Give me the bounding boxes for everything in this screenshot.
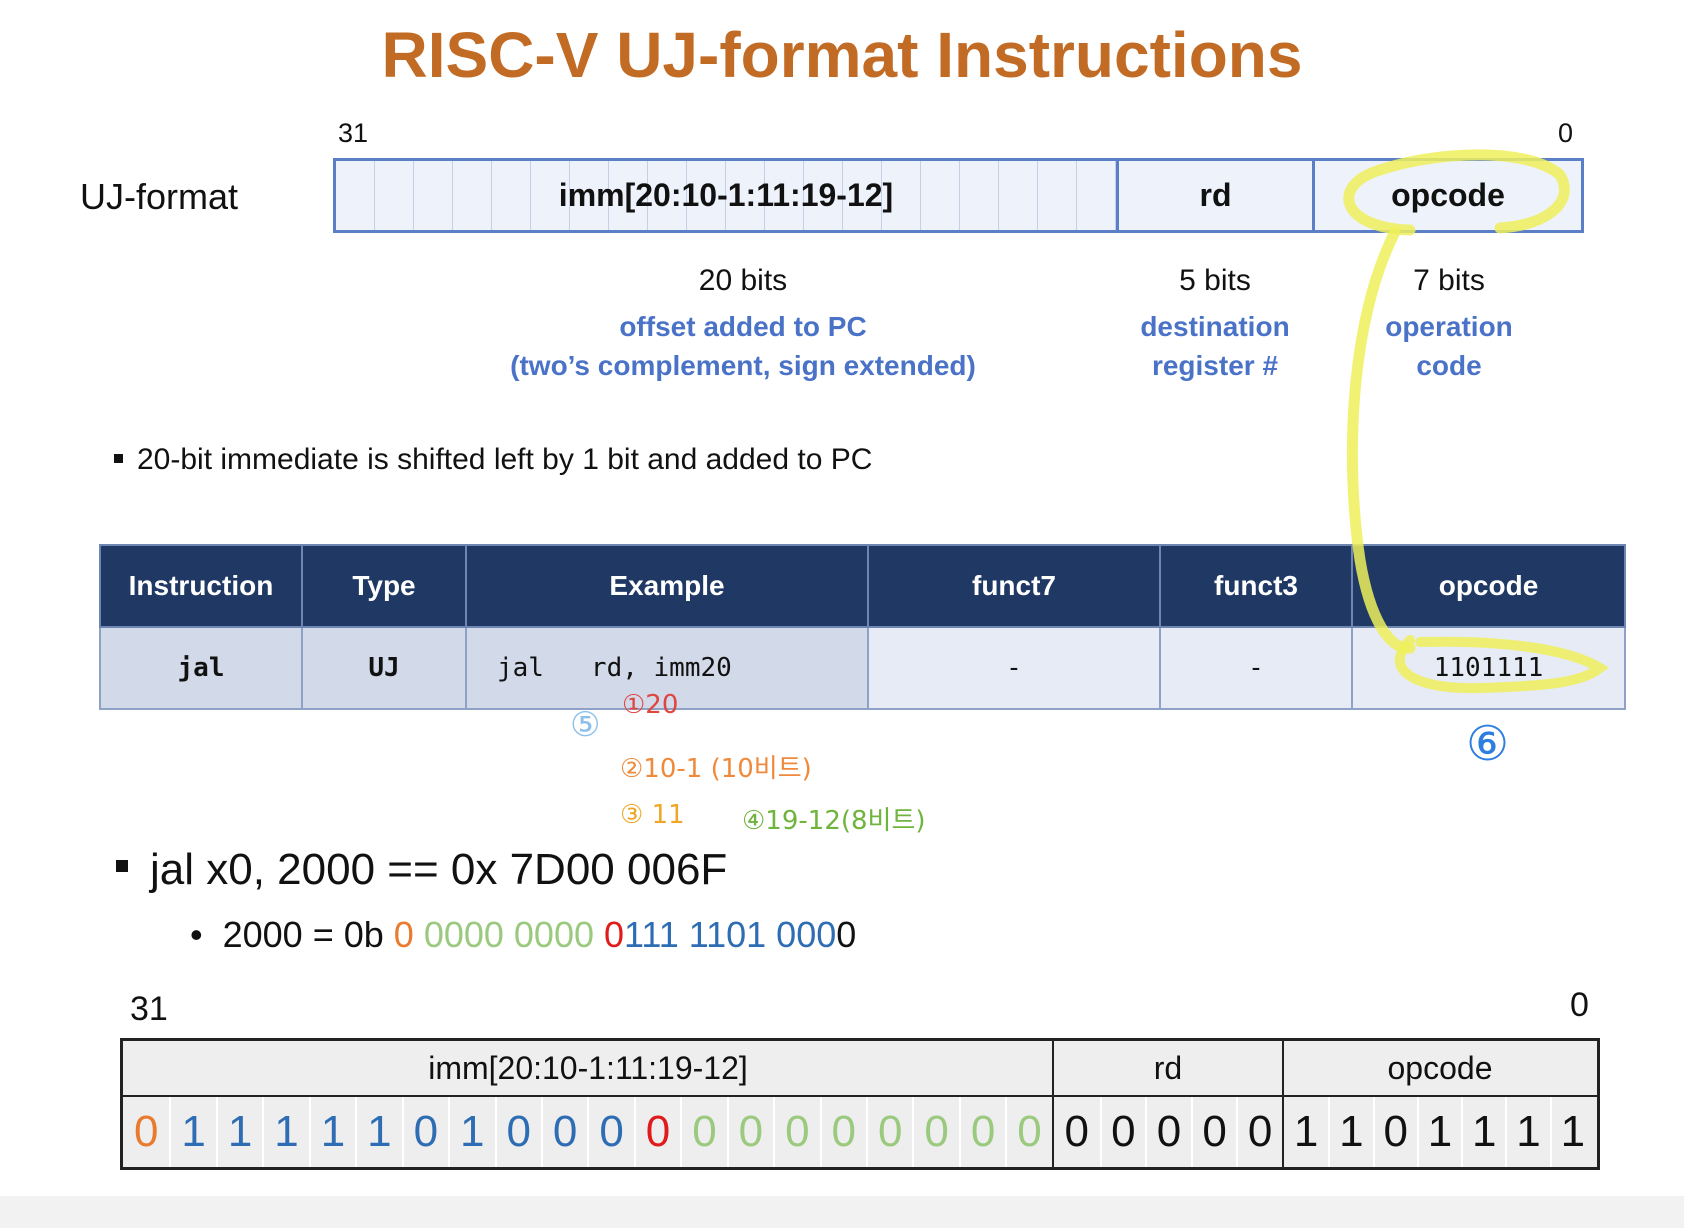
opcode-highlight-circle — [1343, 149, 1570, 236]
opcode-connector-line — [1346, 226, 1416, 654]
highlight-overlay — [1343, 149, 1609, 694]
table-opcode-highlight — [1394, 635, 1609, 694]
page-footer-band — [0, 1196, 1684, 1228]
